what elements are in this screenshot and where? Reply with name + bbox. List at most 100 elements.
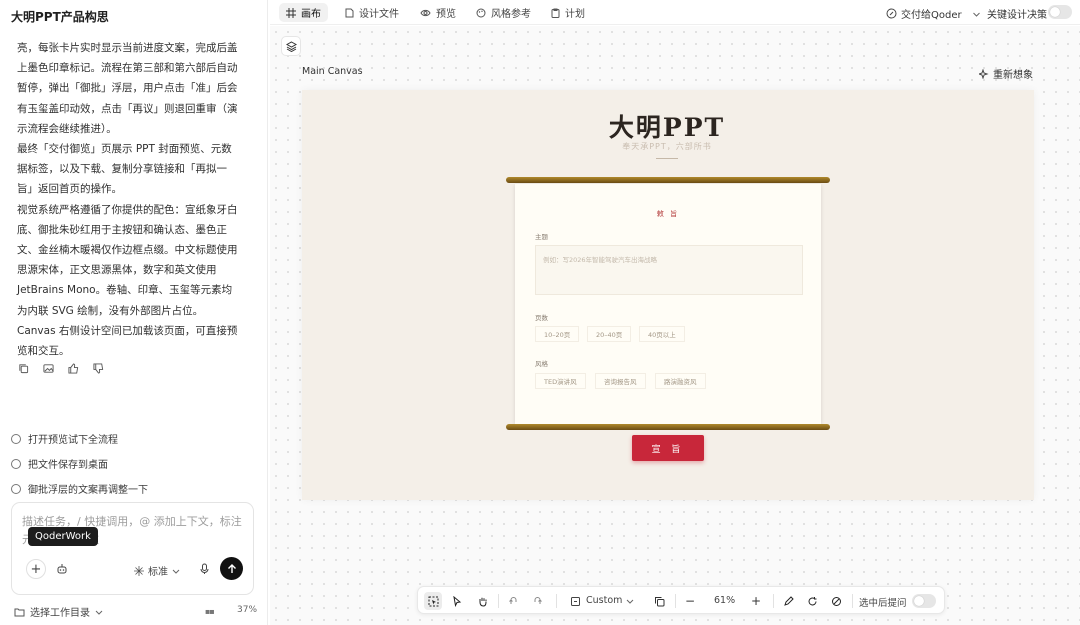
suggestion-item[interactable]: 把文件保存到桌面 [11,456,108,471]
zoom-out-button[interactable]: − [681,592,699,610]
scroll-bottom-rod [506,424,830,430]
redo-icon [534,596,542,604]
zoom-level: 61% [714,595,736,606]
ask-after-select-toggle[interactable] [912,594,936,608]
chevron-down-icon [172,569,180,574]
add-attachment-button[interactable]: + [26,559,46,579]
suggestion-label: 御批浮层的文案再调整一下 [28,485,148,496]
decree-button[interactable]: 宣 旨 [632,435,704,461]
undo-icon [508,596,516,604]
tab-plan[interactable]: 计划 [544,3,592,22]
disable-button[interactable] [827,592,845,610]
microphone-icon [200,563,208,574]
handoff-qoder-button[interactable]: 交付给Qoder [886,6,981,21]
tab-label: 设计文件 [359,9,399,20]
copy-icon [654,596,664,606]
tab-label: 预览 [436,9,456,20]
pan-button[interactable] [473,592,491,610]
eye-icon [420,9,431,16]
qoder-logo-icon [886,8,897,19]
send-button[interactable] [220,557,243,580]
sparkle-icon [979,68,989,79]
file-icon [345,8,354,17]
sparkle-icon [134,565,144,576]
cursor-icon [453,595,462,607]
tab-preview[interactable]: 预览 [413,3,463,22]
refresh-button[interactable] [803,592,821,610]
decree-scroll: 敕 旨 主题 例如：写2026年智能驾驶汽车出海战略 页数 10–20页 20–… [515,184,821,424]
message-paragraph: Canvas 右侧设计空间已加载该页面，可直接预览和交互。 [17,324,238,358]
topic-input[interactable]: 例如：写2026年智能驾驶汽车出海战略 [535,245,803,295]
suggestion-item[interactable]: 御批浮层的文案再调整一下 [11,481,148,496]
toolbar-separator [675,594,676,608]
redo-button[interactable] [528,592,546,610]
topic-placeholder: 例如：写2026年智能驾驶汽车出海战略 [543,256,658,264]
context-usage: 37% [237,605,258,615]
layers-button[interactable] [281,36,301,56]
tab-label: 计划 [565,9,585,20]
voice-button[interactable] [194,559,214,579]
chevron-down-icon[interactable] [621,592,639,610]
refresh-icon [808,596,816,605]
copy-icon[interactable] [17,362,30,375]
topic-label: 主题 [535,233,548,241]
no-entry-icon [831,596,841,606]
title-divider [656,158,678,159]
chevron-down-icon [95,610,103,615]
tab-canvas[interactable]: 画布 [279,3,328,22]
suggestion-item[interactable]: 打开预览试下全流程 [11,431,118,446]
reimagine-button[interactable]: 重新想象 [979,66,1033,81]
clipboard-icon [551,8,560,18]
tab-design-files[interactable]: 设计文件 [338,3,406,22]
minus-icon: − [684,594,696,608]
arrow-up-icon [227,563,236,573]
style-option[interactable]: 咨询报告风 [595,373,646,389]
suggestion-label: 把文件保存到桌面 [28,460,108,471]
conversation-title: 大明PPT产品构思 [11,10,109,24]
thumbs-up-icon[interactable] [67,362,80,375]
undo-button[interactable] [504,592,522,610]
toolbar-separator [773,594,774,608]
toolbar-separator [852,594,853,608]
pages-option[interactable]: 40页以上 [639,326,685,342]
style-option[interactable]: TED演讲风 [535,373,586,389]
mode-label: 标准 [148,567,168,578]
chat-bubble-icon [11,483,21,494]
zoom-in-button[interactable]: + [747,592,765,610]
chat-input[interactable]: 描述任务，/ 快捷调用，@ 添加上下文，标注元素以精准修改 [11,502,254,595]
handoff-label: 交付给Qoder [901,10,962,21]
pages-label: 页数 [535,314,548,322]
assistant-message: 亮，每张卡片实时显示当前进度文案，完成后盖上墨色印章标记。流程在第三部和第六部后… [17,38,241,361]
select-area-icon [428,596,438,606]
chat-panel: 大明PPT产品构思 亮，每张卡片实时显示当前进度文案，完成后盖上墨色印章标记。流… [0,0,268,625]
workspace-selector[interactable]: 选择工作目录 [14,604,103,619]
duplicate-button[interactable] [650,592,668,610]
thumbs-down-icon[interactable] [92,362,105,375]
ask-after-select-label: 选中后提问 [859,598,907,609]
canvas-frame-label: Main Canvas [302,66,363,77]
tab-style-reference[interactable]: 风格参考 [469,3,538,22]
key-design-decisions-toggle[interactable] [1048,5,1072,19]
message-paragraph: 视觉系统严格遵循了你提供的配色：宣纸象牙白底、御批朱砂红用于主按钮和确认态、墨色… [17,203,238,317]
agent-button[interactable] [52,559,72,579]
pen-button[interactable] [779,592,797,610]
plus-icon: + [30,561,42,577]
tab-label: 画布 [301,9,321,20]
layers-icon [285,40,297,52]
ppt-title: 大明PPT [608,113,726,142]
chat-bubble-icon [11,433,21,444]
style-option[interactable]: 路演融资风 [655,373,706,389]
image-icon[interactable] [42,362,55,375]
pages-option[interactable]: 20–40页 [587,326,632,342]
pages-option[interactable]: 10–20页 [535,326,580,342]
reimagine-label: 重新想象 [993,70,1033,81]
toolbar-separator [556,594,557,608]
suggestion-label: 打开预览试下全流程 [28,435,118,446]
chevron-down-icon [972,12,980,17]
tooltip: QoderWork [28,527,98,546]
frame-preset-selector[interactable]: Custom [586,595,622,606]
pointer-button[interactable] [448,592,466,610]
select-area-button[interactable] [424,592,442,610]
mode-selector[interactable]: 标准 [134,563,180,578]
toolbar-separator [498,594,499,608]
